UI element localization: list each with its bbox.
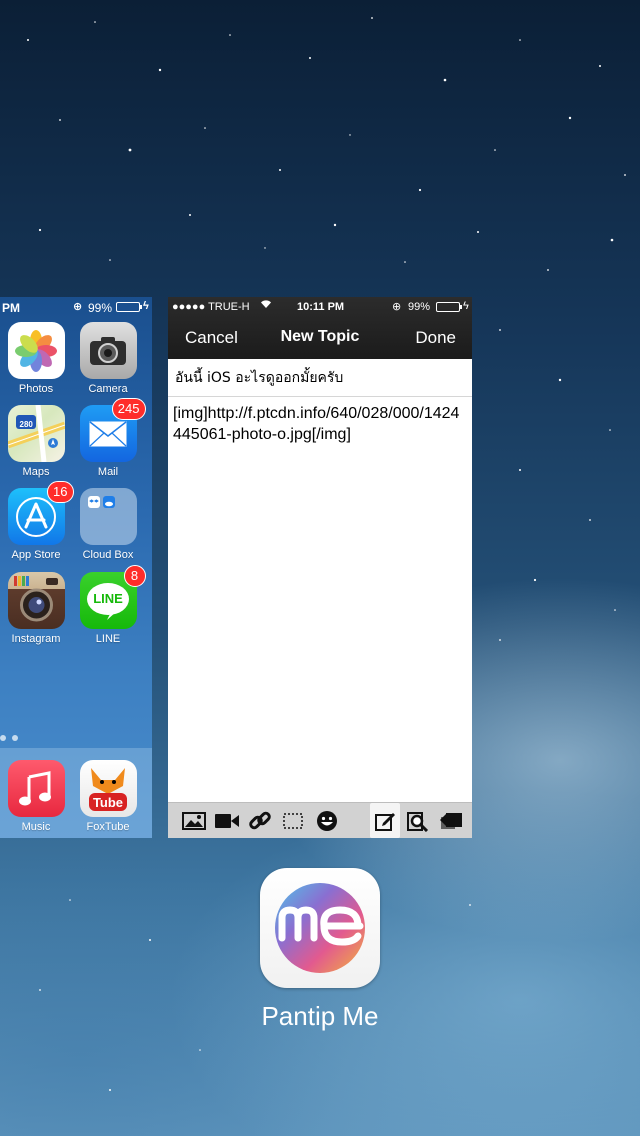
app-instagram[interactable]: Instagram <box>6 572 66 645</box>
topic-body-textarea[interactable]: [img]http://f.ptcdn.info/640/028/000/142… <box>173 403 463 445</box>
notification-badge: 245 <box>111 398 146 420</box>
notification-badge: 16 <box>47 481 74 503</box>
orientation-lock-icon: ⊕ <box>392 301 402 313</box>
dropbox-mini-icon <box>87 496 100 508</box>
cancel-button[interactable]: Cancel <box>185 328 238 348</box>
app-label: Camera <box>88 383 128 395</box>
charging-icon: ϟ <box>143 300 149 312</box>
foxtube-icon-text: Tube <box>92 795 124 810</box>
app-camera[interactable]: Camera <box>78 322 138 395</box>
edit-icon[interactable] <box>370 803 400 838</box>
app-mail[interactable]: 245 Mail <box>78 398 146 478</box>
app-maps[interactable]: 280 Maps <box>6 405 66 478</box>
battery-icon <box>436 302 462 312</box>
line-icon: LINE 8 <box>79 565 146 629</box>
music-icon <box>7 760 65 817</box>
app-label: Maps <box>22 466 50 478</box>
line-icon-text: LINE <box>93 591 123 606</box>
charging-icon: ϟ <box>463 300 469 312</box>
notification-badge: 8 <box>123 565 146 587</box>
home-screen-card[interactable]: PM ⊕ 99% ϟ Photos Camera 280 Maps 245 Ma… <box>0 297 152 838</box>
app-label: Instagram <box>11 633 61 645</box>
selection-icon[interactable] <box>280 808 306 834</box>
app-line[interactable]: LINE 8 LINE <box>78 565 146 645</box>
emoji-icon[interactable] <box>314 808 340 834</box>
video-icon[interactable] <box>214 808 240 834</box>
battery-icon <box>116 302 142 312</box>
app-label: App Store <box>11 549 61 561</box>
carrier-label: ●●●●● TRUE-H <box>172 301 250 313</box>
app-app-store[interactable]: 16 App Store <box>6 481 74 561</box>
instagram-icon <box>7 572 65 629</box>
orientation-lock-icon: ⊕ <box>73 301 83 313</box>
navigation-bar: ●●●●● TRUE-H 10:11 PM ⊕ 99% ϟ New Topic … <box>168 297 472 359</box>
status-bar: ●●●●● TRUE-H 10:11 PM ⊕ 99% ϟ <box>168 297 472 317</box>
maps-shield-text: 280 <box>19 420 33 429</box>
app-label: Photos <box>18 383 54 395</box>
app-label: Music <box>21 821 51 833</box>
app-label: FoxTube <box>86 821 130 833</box>
folder-icon <box>79 488 137 545</box>
status-time: PM <box>2 301 20 315</box>
maps-icon: 280 <box>7 405 65 462</box>
app-cloud-box-folder[interactable]: Cloud Box <box>78 488 138 561</box>
app-label: LINE <box>95 633 121 645</box>
app-music[interactable]: Music <box>6 760 66 833</box>
link-icon[interactable] <box>247 808 273 834</box>
app-label: Mail <box>97 466 119 478</box>
app-foxtube[interactable]: Tube FoxTube <box>78 760 138 833</box>
app-photos[interactable]: Photos <box>6 322 66 395</box>
wifi-icon <box>260 299 272 312</box>
topic-title-field[interactable]: อันนี้ iOS อะไรดูออกมั้ยครับ <box>168 359 472 397</box>
done-button[interactable]: Done <box>415 328 456 348</box>
foxtube-icon: Tube <box>79 760 137 817</box>
battery-percent: 99% <box>88 301 113 315</box>
onedrive-mini-icon <box>102 496 115 508</box>
app-switcher-app-name: Pantip Me <box>261 1001 379 1031</box>
battery-percent: 99% <box>408 301 431 313</box>
status-time: 10:11 PM <box>297 301 345 313</box>
page-dot <box>0 735 6 741</box>
editor-toolbar <box>168 802 472 838</box>
preview-icon[interactable] <box>405 808 431 834</box>
app-label: Cloud Box <box>82 549 134 561</box>
pantip-me-logo-icon <box>275 883 365 973</box>
image-icon[interactable] <box>181 808 207 834</box>
camera-icon <box>79 322 137 379</box>
mail-icon: 245 <box>79 398 146 462</box>
pantip-me-app-card[interactable]: ●●●●● TRUE-H 10:11 PM ⊕ 99% ϟ New Topic … <box>168 297 472 838</box>
home-status-bar: PM ⊕ 99% ϟ <box>0 297 152 319</box>
pantip-me-app-icon[interactable] <box>260 868 380 988</box>
photos-icon <box>7 322 65 379</box>
tag-icon[interactable] <box>438 808 464 834</box>
page-dot <box>12 735 18 741</box>
app-store-icon: 16 <box>7 481 74 545</box>
